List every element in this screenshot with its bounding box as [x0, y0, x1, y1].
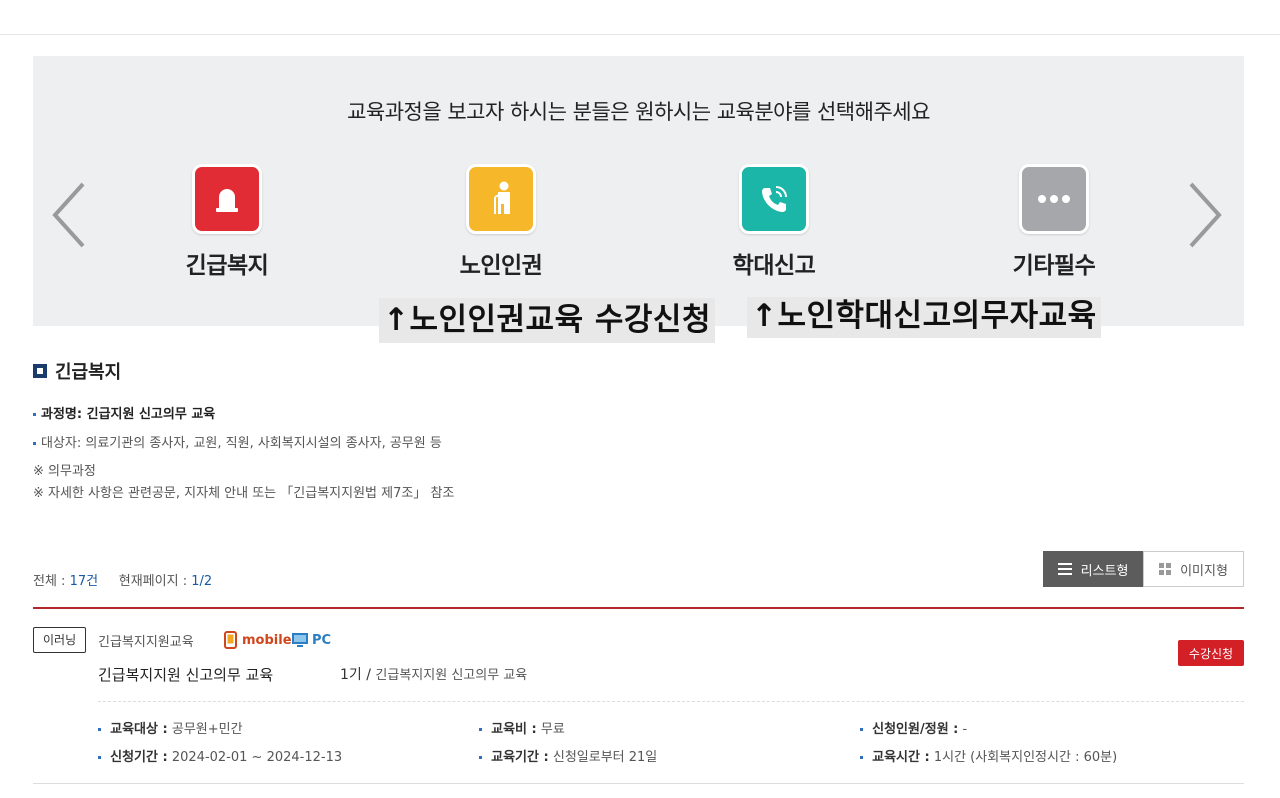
- callout-abuse-report: ↑노인학대신고의무자교육: [747, 297, 1101, 338]
- total-count: 17건: [69, 574, 99, 589]
- monitor-icon: [292, 633, 308, 647]
- mobile-phone-icon: [224, 631, 237, 649]
- image-view-button[interactable]: 이미지형: [1143, 551, 1244, 587]
- list-icon: [1057, 563, 1072, 575]
- list-top-divider: [33, 607, 1244, 609]
- detail-apply-period: 신청기간 : 2024-02-01 ~ 2024-12-13: [98, 746, 342, 765]
- alarm-bell-icon: [192, 164, 262, 234]
- note-reference: ※ 자세한 사항은 관련공문, 지자체 안내 또는 「긴급복지지원법 제7조」 …: [33, 486, 455, 501]
- detail-edu-period: 교육기간 : 신청일로부터 21일: [479, 746, 657, 765]
- list-count: 전체 : 17건 현재페이지 : 1/2: [33, 574, 213, 589]
- detail-capacity: 신청인원/정원 : -: [860, 718, 967, 737]
- list-view-button[interactable]: 리스트형: [1043, 551, 1143, 587]
- category-elderly-rights[interactable]: 노인인권: [421, 164, 581, 280]
- category-other-required[interactable]: 기타필수: [974, 164, 1134, 280]
- callout-elderly-rights: ↑노인인권교육 수강신청: [379, 298, 715, 343]
- elderly-person-icon: [466, 164, 536, 234]
- category-label: 학대신고: [732, 253, 816, 279]
- mobile-badge: mobile: [224, 631, 292, 649]
- category-abuse-report[interactable]: 학대신고: [694, 164, 854, 280]
- target-line: 대상자: 의료기관의 종사자, 교원, 직원, 사회복지시설의 종사자, 공무원…: [33, 432, 442, 451]
- course-term: 1기 / 긴급복지지원 신고의무 교육: [340, 667, 528, 683]
- category-selector-panel: 교육과정을 보고자 하시는 분들은 원하시는 교육분야를 선택해주세요 긴급복지…: [33, 56, 1244, 326]
- category-emergency-welfare[interactable]: 긴급복지: [147, 164, 307, 280]
- section-square-icon: [33, 364, 47, 378]
- list-bottom-divider: [33, 783, 1244, 784]
- category-label: 긴급복지: [185, 253, 269, 279]
- enroll-button[interactable]: 수강신청: [1178, 640, 1244, 666]
- section-title: 긴급복지: [33, 358, 121, 384]
- grid-icon: [1159, 563, 1172, 575]
- section-title-text: 긴급복지: [55, 362, 122, 383]
- phone-call-icon: [739, 164, 809, 234]
- note-mandatory: ※ 의무과정: [33, 464, 96, 479]
- prev-arrow-icon[interactable]: [49, 180, 89, 250]
- detail-target: 교육대상 : 공무원+민간: [98, 718, 242, 737]
- detail-fee: 교육비 : 무료: [479, 718, 565, 737]
- course-category: 긴급복지지원교육: [98, 635, 194, 650]
- category-label: 기타필수: [1012, 253, 1096, 279]
- course-title[interactable]: 긴급복지지원 신고의무 교육: [98, 664, 273, 685]
- top-header-bar: [0, 0, 1280, 35]
- next-arrow-icon[interactable]: [1185, 180, 1225, 250]
- more-dots-icon: [1019, 164, 1089, 234]
- category-label: 노인인권: [459, 253, 543, 279]
- panel-title: 교육과정을 보고자 하시는 분들은 원하시는 교육분야를 선택해주세요: [347, 100, 930, 124]
- course-name-line: 과정명: 긴급지원 신고의무 교육: [33, 403, 215, 422]
- pc-badge: PC: [291, 632, 331, 648]
- view-toggle: 리스트형 이미지형: [1043, 551, 1244, 587]
- detail-edu-hours: 교육시간 : 1시간 (사회복지인정시간 : 60분): [860, 746, 1117, 765]
- course-divider: [98, 701, 1244, 702]
- current-page: 1/2: [191, 574, 213, 589]
- elearning-badge: 이러닝: [33, 627, 87, 653]
